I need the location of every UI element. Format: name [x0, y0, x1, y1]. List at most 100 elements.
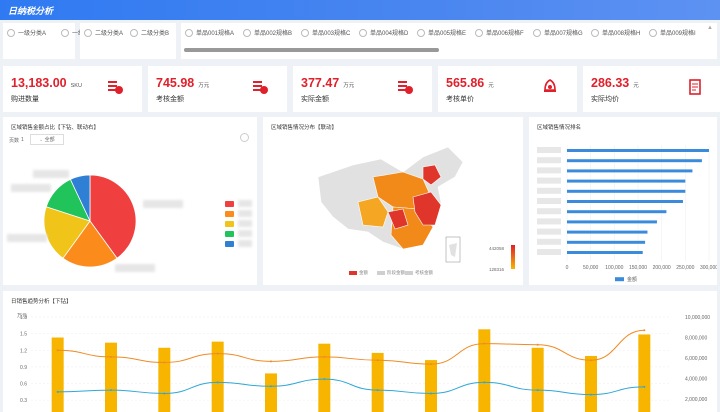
- china-map[interactable]: [263, 117, 523, 285]
- rank-legend-swatch[interactable]: [615, 277, 624, 282]
- trend-line-blue-point[interactable]: [643, 385, 646, 388]
- rank-label-blurred: [537, 147, 561, 153]
- trend-line-blue-point[interactable]: [270, 385, 272, 388]
- pie-legend-swatch[interactable]: [225, 201, 234, 207]
- trend-line-orange[interactable]: [57, 329, 645, 365]
- scroll-right-icon[interactable]: ▲: [707, 25, 713, 31]
- trend-line-orange-point[interactable]: [590, 359, 592, 362]
- rank-bar[interactable]: [567, 230, 648, 234]
- rank-bar[interactable]: [567, 200, 683, 203]
- rank-bar[interactable]: [567, 240, 646, 244]
- filter-radio[interactable]: 一级分类A: [7, 28, 46, 38]
- trend-line-orange-point[interactable]: [56, 349, 59, 352]
- trend-line-blue[interactable]: [57, 378, 645, 396]
- trend-bar[interactable]: [531, 347, 544, 412]
- rank-bar[interactable]: [567, 159, 702, 163]
- trend-right-tick: 2,000,000: [685, 397, 707, 403]
- filter-radio[interactable]: 单品007规格G: [533, 28, 583, 38]
- rank-label-blurred: [537, 208, 561, 215]
- pie-chart: [43, 174, 137, 268]
- filter-radio[interactable]: 二级分类B: [130, 28, 169, 38]
- rank-bar[interactable]: [567, 220, 657, 224]
- rank-label-blurred: [537, 249, 561, 255]
- trend-bar[interactable]: [105, 342, 117, 412]
- rank-x-tick: 50,000: [583, 265, 599, 271]
- trend-bar[interactable]: [318, 343, 331, 412]
- trend-line-orange-point[interactable]: [376, 359, 379, 362]
- trend-bar[interactable]: [638, 334, 651, 412]
- kpi-card: 286.33 元实际均价: [583, 66, 720, 112]
- kpi-value: 745.98 万元: [156, 76, 210, 90]
- trend-line-orange-point[interactable]: [163, 361, 166, 364]
- kpi-label: 考核单价: [446, 96, 474, 103]
- rank-x-tick: 250,000: [676, 265, 694, 271]
- pie-legend-blurred: [238, 210, 252, 217]
- kpi-card: 377.47 万元 实际金额: [293, 66, 432, 112]
- filter-radio[interactable]: 单品009规格I: [649, 28, 696, 38]
- trend-line-blue-point[interactable]: [483, 381, 486, 384]
- trend-line-blue-point[interactable]: [590, 393, 592, 396]
- filter-radio[interactable]: 单品003规格C: [301, 28, 350, 38]
- rank-bar[interactable]: [567, 149, 709, 152]
- trend-line-blue-point[interactable]: [536, 389, 539, 392]
- trend-bar[interactable]: [585, 355, 597, 412]
- trend-bar[interactable]: [51, 337, 64, 412]
- pie-legend-swatch[interactable]: [225, 211, 234, 217]
- pie-legend-swatch[interactable]: [225, 221, 234, 227]
- filter-radio[interactable]: 单品008规格H: [591, 28, 640, 38]
- rank-bar[interactable]: [567, 189, 686, 193]
- trend-line-blue-point[interactable]: [56, 390, 59, 393]
- trend-line-blue-point[interactable]: [376, 389, 379, 392]
- trend-line-blue-point[interactable]: [216, 381, 219, 384]
- rank-bar[interactable]: [567, 169, 693, 173]
- kpi-label: 考核金额: [156, 96, 184, 103]
- filter-radio[interactable]: 单品006规格F: [475, 28, 524, 38]
- rank-label-blurred: [537, 187, 561, 194]
- trend-line-orange-point[interactable]: [270, 360, 272, 363]
- map-legend-item[interactable]: 阶段金额: [377, 270, 405, 276]
- pie-label-blurred: [7, 234, 47, 242]
- rank-label-blurred: [537, 157, 561, 164]
- rank-label-blurred: [537, 167, 561, 174]
- trend-panel: 日销售趋势分析【下钻】 万元 1.8 1.5 1.2 0.9 0.6 0.3 10,000,…: [3, 291, 717, 412]
- trend-line-orange-point[interactable]: [643, 329, 646, 332]
- trend-line-orange-point[interactable]: [216, 352, 219, 355]
- invoice-icon: [108, 81, 123, 94]
- trend-bar[interactable]: [371, 352, 384, 412]
- trend-left-tick: 1.8: [20, 315, 27, 321]
- trend-line-orange-point[interactable]: [483, 342, 486, 345]
- rank-label-blurred: [537, 198, 561, 204]
- rank-bar[interactable]: [567, 210, 667, 214]
- trend-bar[interactable]: [478, 329, 491, 412]
- trend-left-tick: 1.5: [20, 332, 27, 338]
- trend-line-orange-point[interactable]: [110, 355, 112, 358]
- trend-line-orange-point[interactable]: [536, 343, 539, 346]
- pie-label-blurred: [115, 264, 155, 272]
- trend-line-blue-point[interactable]: [110, 389, 112, 392]
- kpi-label: 购进数量: [11, 96, 39, 103]
- kpi-card: 745.98 万元考核金额: [148, 66, 287, 112]
- filter-radio[interactable]: 二级分类A: [84, 28, 123, 38]
- rank-bar[interactable]: [567, 251, 643, 254]
- trend-bar[interactable]: [211, 341, 224, 412]
- rank-label-blurred: [537, 228, 561, 235]
- trend-bar[interactable]: [265, 373, 277, 412]
- rank-bar[interactable]: [567, 179, 686, 183]
- map-legend-item[interactable]: 金额: [349, 270, 368, 276]
- trend-line-blue-point[interactable]: [163, 392, 166, 395]
- trend-bar[interactable]: [425, 360, 437, 412]
- trend-line-orange-point[interactable]: [323, 355, 326, 358]
- pie-legend-swatch[interactable]: [225, 241, 234, 247]
- filter-radio[interactable]: 单品005规格E: [417, 28, 466, 38]
- pie-legend-swatch[interactable]: [225, 231, 234, 237]
- filter-radio[interactable]: 单品001规格A: [185, 28, 234, 38]
- filter-radio[interactable]: 单品002规格B: [243, 28, 292, 38]
- trend-line-orange-point[interactable]: [430, 363, 432, 366]
- trend-line-blue-point[interactable]: [430, 392, 432, 395]
- filter-scrollbar[interactable]: [184, 48, 439, 52]
- map-legend-item[interactable]: 考核金额: [405, 270, 433, 276]
- filter-radio[interactable]: 单品004规格D: [359, 28, 408, 38]
- rank-x-tick: 300,000: [700, 265, 717, 271]
- trend-line-blue-point[interactable]: [323, 378, 326, 381]
- trend-bar[interactable]: [158, 347, 171, 412]
